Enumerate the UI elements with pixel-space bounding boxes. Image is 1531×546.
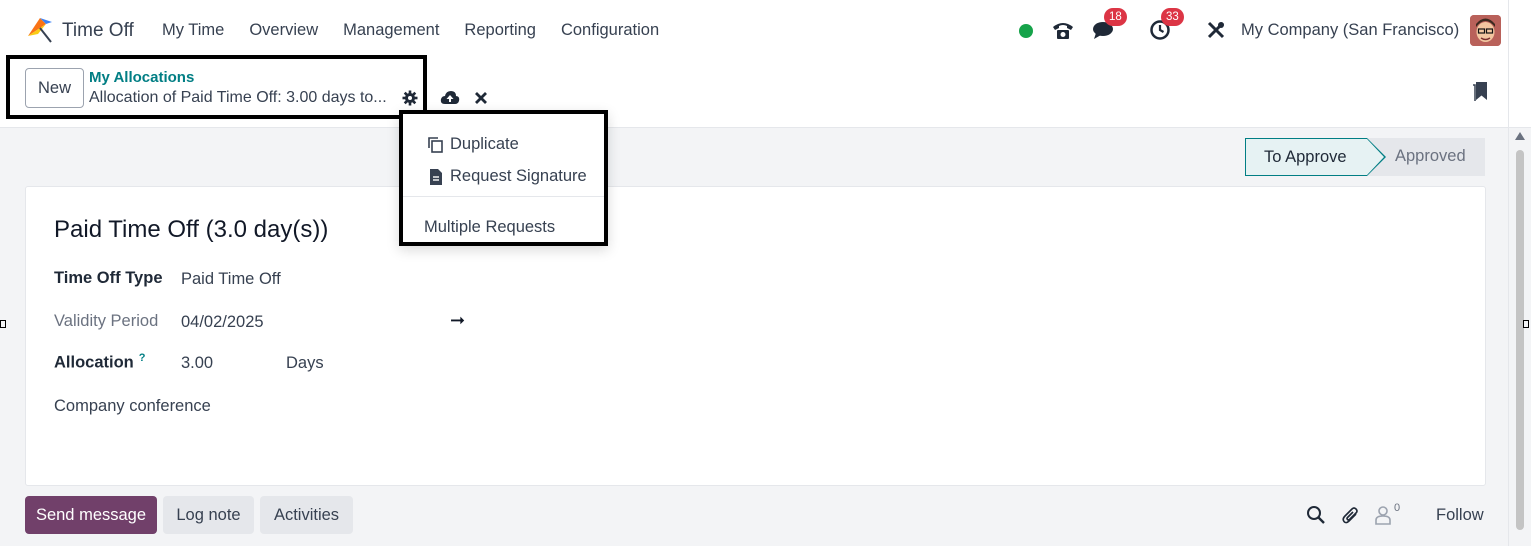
allocation-label-text: Allocation — [54, 353, 134, 372]
search-icon[interactable] — [1306, 505, 1326, 525]
copy-icon — [428, 137, 443, 153]
save-button[interactable] — [440, 88, 460, 108]
stage-to-approve[interactable]: To Approve — [1245, 138, 1386, 176]
time-off-logo-icon[interactable] — [24, 14, 54, 44]
breadcrumb-record-name: Allocation of Paid Time Off: 3.00 days t… — [89, 89, 387, 106]
menu-reporting[interactable]: Reporting — [464, 21, 536, 40]
scroll-thumb[interactable] — [1516, 150, 1524, 530]
allocation-label: Allocation? — [54, 352, 146, 373]
tools-icon — [1207, 21, 1225, 39]
page-right-edge — [1508, 0, 1509, 128]
gear-icon — [402, 90, 418, 106]
validity-period-label: Validity Period — [54, 312, 159, 330]
duplicate-label: Duplicate — [450, 135, 519, 153]
phone-button[interactable] — [1050, 14, 1076, 46]
gear-dropdown-menu: Duplicate Request Signature Multiple Req… — [399, 110, 608, 246]
menu-management[interactable]: Management — [343, 21, 439, 40]
time-off-type-field[interactable]: Paid Time Off — [181, 270, 281, 289]
menu-item-multiple-requests[interactable]: Multiple Requests — [403, 218, 604, 237]
activities-button[interactable]: 33 — [1147, 8, 1184, 46]
menu-overview[interactable]: Overview — [249, 21, 318, 40]
record-title: Paid Time Off (3.0 day(s)) — [54, 216, 329, 243]
followers-count: 0 — [1394, 502, 1401, 514]
messages-button[interactable]: 18 — [1090, 8, 1127, 46]
cloud-upload-icon — [440, 91, 460, 104]
allocation-unit: Days — [286, 354, 324, 372]
user-icon[interactable] — [1373, 505, 1393, 525]
bookmark-icon[interactable] — [1471, 80, 1489, 102]
resize-handle-left — [0, 320, 6, 328]
follow-button[interactable]: Follow — [1436, 506, 1484, 525]
document-icon — [430, 169, 442, 185]
paperclip-icon[interactable] — [1341, 505, 1361, 525]
activities-button-chatter[interactable]: Activities — [260, 496, 353, 534]
top-navbar: Time Off My Time Overview Management Rep… — [0, 0, 1531, 60]
phone-icon — [1053, 23, 1073, 39]
allocation-help-icon[interactable]: ? — [139, 352, 146, 364]
app-name[interactable]: Time Off — [62, 20, 134, 42]
log-note-button[interactable]: Log note — [163, 496, 254, 534]
discard-button[interactable] — [471, 88, 491, 108]
validity-start-field[interactable]: 04/02/2025 — [181, 313, 264, 332]
send-message-button[interactable]: Send message — [25, 496, 157, 534]
date-range-arrow-icon: ➞ — [450, 310, 466, 330]
dropdown-divider — [403, 196, 604, 197]
reason-field[interactable]: Company conference — [54, 397, 211, 416]
presence-status-icon — [1019, 24, 1033, 38]
vertical-scrollbar[interactable] — [1508, 128, 1531, 546]
activities-badge: 33 — [1161, 8, 1184, 26]
status-bar: To Approve Approved — [1245, 138, 1485, 176]
company-switcher[interactable]: My Company (San Francisco) — [1241, 21, 1459, 40]
menu-configuration[interactable]: Configuration — [561, 21, 659, 40]
resize-handle-right — [1523, 320, 1529, 328]
close-icon — [475, 92, 487, 104]
messages-badge: 18 — [1104, 8, 1127, 26]
menu-my-time[interactable]: My Time — [162, 21, 224, 40]
gear-button[interactable] — [400, 88, 420, 108]
request-signature-label: Request Signature — [450, 167, 587, 185]
user-avatar[interactable] — [1470, 15, 1501, 46]
new-button[interactable]: New — [25, 68, 84, 108]
allocation-days-field[interactable]: 3.00 — [181, 354, 213, 373]
debug-tools-button[interactable] — [1204, 14, 1228, 46]
scroll-up-arrow-icon[interactable] — [1515, 132, 1525, 140]
breadcrumb-my-allocations[interactable]: My Allocations — [89, 69, 194, 86]
time-off-type-label: Time Off Type — [54, 269, 163, 287]
user-avatar-image — [1470, 15, 1501, 46]
main-menu: My Time Overview Management Reporting Co… — [162, 21, 684, 40]
